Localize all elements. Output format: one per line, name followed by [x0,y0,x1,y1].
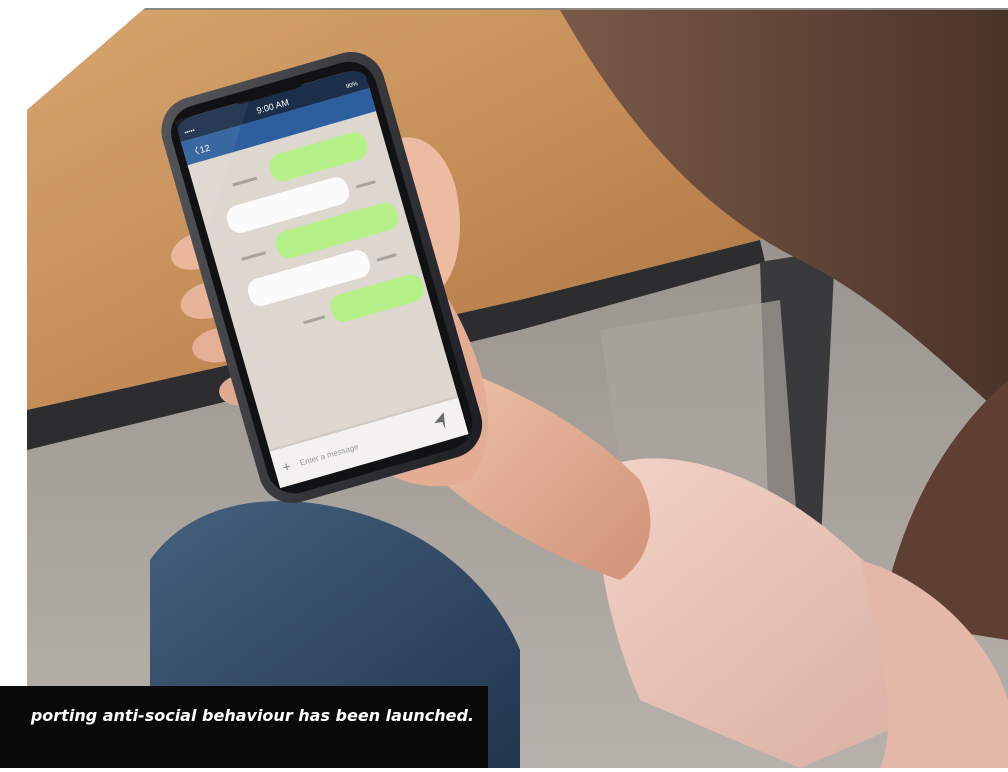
caption-text-content: porting anti-social behaviour has been l… [30,706,474,725]
caption-text: porting anti-social behaviour has been l… [0,706,474,725]
background-photo: 9:00 AM ••••• 90% 〈 12 + Enter a message [0,0,1008,768]
caption-bar: porting anti-social behaviour has been l… [0,686,488,768]
